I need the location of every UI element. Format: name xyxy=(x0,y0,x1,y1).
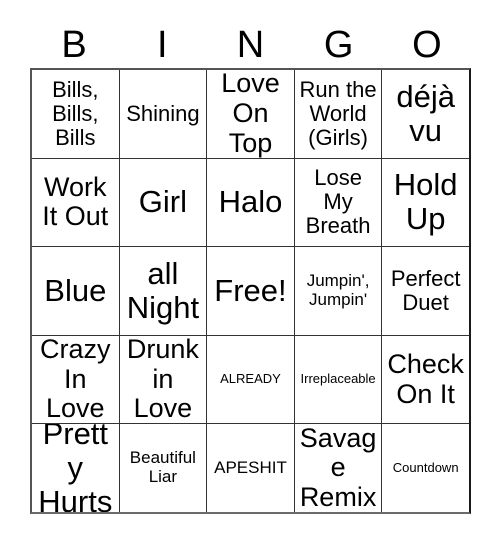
bingo-cell[interactable]: Check On It xyxy=(381,335,469,424)
header-letter-i: I xyxy=(157,24,168,66)
bingo-cell[interactable]: Halo xyxy=(206,158,294,247)
bingo-row: Bills, Bills, Bills Shining Love On Top … xyxy=(32,70,469,158)
bingo-cell[interactable]: Drunk in Love xyxy=(118,335,207,424)
bingo-row: Crazy In Love Drunk in Love ALREADY Irre… xyxy=(32,334,469,424)
bingo-cell[interactable]: Beautiful Liar xyxy=(118,424,207,512)
bingo-card: B I N G O Bills, Bills, Bills Shining Lo… xyxy=(0,0,500,544)
bingo-cell[interactable]: Love On Top xyxy=(206,70,294,158)
bingo-grid: Bills, Bills, Bills Shining Love On Top … xyxy=(30,68,471,514)
bingo-cell[interactable]: Crazy In Love xyxy=(32,336,119,424)
bingo-cell[interactable]: ALREADY xyxy=(206,335,294,424)
bingo-cell[interactable]: Shining xyxy=(118,70,207,158)
bingo-header: B I N G O xyxy=(30,22,471,68)
bingo-cell[interactable]: Perfect Duet xyxy=(381,247,469,335)
bingo-cell[interactable]: Run the World (Girls) xyxy=(293,70,382,158)
bingo-cell[interactable]: Hold Up xyxy=(381,158,469,247)
bingo-cell[interactable]: Jumpin', Jumpin' xyxy=(293,247,382,335)
bingo-row: Pretty Hurts Beautiful Liar APESHIT Sava… xyxy=(32,423,469,512)
bingo-cell[interactable]: Lose My Breath xyxy=(293,158,382,247)
bingo-cell[interactable]: all Night xyxy=(118,247,207,335)
bingo-cell[interactable]: déjà vu xyxy=(381,70,469,158)
header-letter-n: N xyxy=(236,24,265,66)
bingo-cell[interactable]: Savage Remix xyxy=(293,424,382,512)
bingo-cell[interactable]: Pretty Hurts xyxy=(32,424,119,512)
bingo-cell-free[interactable]: Free! xyxy=(206,247,294,335)
bingo-cell[interactable]: Irreplaceable xyxy=(293,335,382,424)
header-letter-b: B xyxy=(61,24,87,66)
bingo-cell[interactable]: APESHIT xyxy=(206,424,294,512)
header-letter-o: O xyxy=(412,24,442,66)
bingo-cell[interactable]: Blue xyxy=(32,247,119,335)
bingo-cell[interactable]: Work It Out xyxy=(32,159,119,247)
bingo-row: Blue all Night Free! Jumpin', Jumpin' Pe… xyxy=(32,246,469,335)
bingo-row: Work It Out Girl Halo Lose My Breath Hol… xyxy=(32,157,469,247)
bingo-cell[interactable]: Bills, Bills, Bills xyxy=(32,70,119,158)
bingo-cell[interactable]: Countdown xyxy=(381,424,469,512)
header-letter-g: G xyxy=(323,24,354,66)
bingo-cell[interactable]: Girl xyxy=(118,158,207,247)
